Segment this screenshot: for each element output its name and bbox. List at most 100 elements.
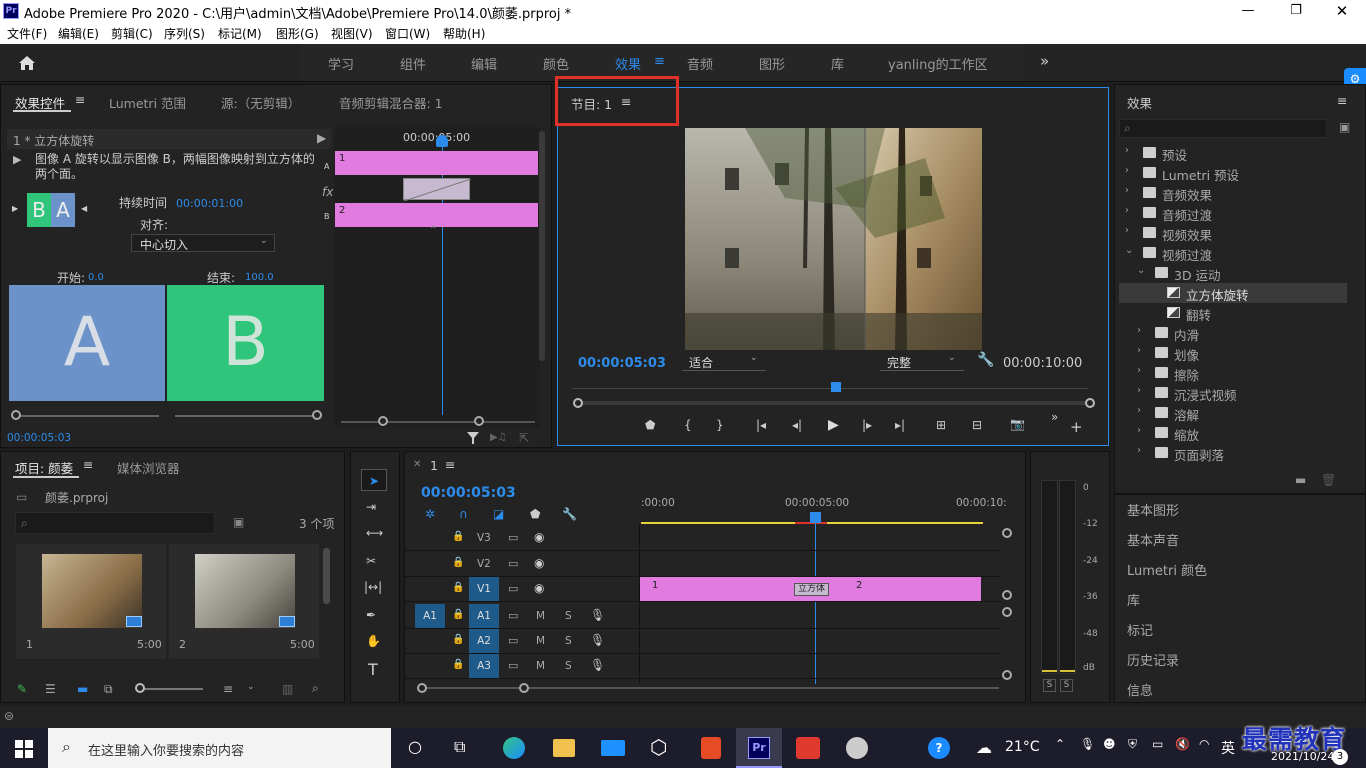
add-button-icon[interactable]: + [1070,418,1083,436]
razor-tool-icon[interactable]: ✂ [366,554,376,568]
office-icon[interactable] [701,737,721,759]
effects-tree-item[interactable]: › 沉浸式视频 [1119,383,1347,403]
ec-timecode[interactable]: 00:00:05:03 [7,432,71,444]
zoom-slider[interactable] [137,688,203,690]
lock-icon[interactable]: 🔒 [452,634,464,645]
tray-mic-icon[interactable]: 🎙 [1080,737,1095,751]
effects-tree-item[interactable]: ⌄ 3D 运动 [1119,263,1347,283]
thumb-right-arrow-icon[interactable]: ◀ [81,204,87,213]
timeline-hscroll[interactable] [419,687,999,689]
ws-custom[interactable]: yanling的工作区 [888,54,988,73]
project-menu-icon[interactable]: ≡ [83,457,93,472]
start-slider-handle[interactable] [11,410,21,420]
effects-tree-item[interactable]: › 预设 [1119,143,1347,163]
track-select-tool-icon[interactable]: ⇥ [366,500,376,514]
icon-view-icon[interactable]: ▬ [77,682,88,696]
mark-in-icon[interactable]: { [684,418,692,432]
solo-button[interactable]: S [565,610,572,622]
end-value[interactable]: 100.0 [245,272,274,283]
program-timecode[interactable]: 00:00:05:03 [578,356,666,371]
chevron-right-icon[interactable]: › [1137,345,1141,356]
wrench-icon[interactable]: 🔧 [977,352,994,368]
menu-marker[interactable]: 标记(M) [218,25,262,42]
step-back-icon[interactable]: ◂| [792,418,802,432]
delete-icon[interactable]: 🗑 [1321,473,1336,487]
marker-icon[interactable]: ⬟ [645,418,655,432]
effects-tree-item[interactable]: › 划像 [1119,343,1347,363]
notification-badge[interactable]: 3 [1332,749,1348,765]
ws-assembly[interactable]: 组件 [400,54,426,73]
sequence-tab[interactable]: 1 [430,458,438,473]
tray-app-icon[interactable]: ☻ [1103,737,1116,751]
mic-icon[interactable]: 🎙 [590,633,605,647]
effects-title[interactable]: 效果 [1127,93,1152,112]
lock-icon[interactable]: 🔒 [452,659,464,670]
solo-button[interactable]: S [565,635,572,647]
effects-tree-item[interactable]: 翻转 [1119,303,1347,323]
chevron-down-icon[interactable]: ⌄ [1125,245,1133,256]
effects-tree-item[interactable]: › 视频效果 [1119,223,1347,243]
help-icon[interactable]: ? [928,737,950,759]
sync-lock-icon[interactable]: ▭ [508,609,518,622]
effects-search-input[interactable]: ⌕ [1119,119,1327,138]
mini-scrollbar[interactable] [539,131,545,361]
menu-view[interactable]: 视图(V) [331,25,373,42]
media-app-icon[interactable] [846,737,868,759]
track-height-handle-v[interactable] [1002,528,1012,538]
weather-temp[interactable]: 21°C [1005,739,1040,755]
ws-audio[interactable]: 音频 [687,54,713,73]
chevron-right-icon[interactable]: › [1125,145,1129,156]
section-info[interactable]: 信息 [1127,680,1153,699]
mini-zoom-bar[interactable] [341,421,535,423]
thumb-left-arrow-icon[interactable]: ▶ [12,204,18,213]
mini-transition[interactable] [403,178,471,201]
menu-sequence[interactable]: 序列(S) [164,25,205,42]
tab-project[interactable]: 项目: 颜萎 [15,458,73,477]
program-zoom-right[interactable] [1085,398,1095,408]
more-controls-icon[interactable]: » [1051,410,1058,424]
slip-tool-icon[interactable]: |↔| [364,580,382,594]
pencil-icon[interactable]: ✎ [17,682,27,696]
mini-clip-a[interactable] [335,151,538,175]
new-folder-icon[interactable]: ▬ [1295,473,1306,487]
wps-icon[interactable] [796,737,820,759]
menu-file[interactable]: 文件(F) [7,25,47,42]
section-essential-graphics[interactable]: 基本图形 [1127,500,1179,519]
ws-color[interactable]: 颜色 [543,54,569,73]
type-tool-icon[interactable]: T [368,660,378,679]
source-patch-a1[interactable]: A1 [415,604,445,628]
end-slider[interactable] [175,415,321,417]
section-essential-sound[interactable]: 基本声音 [1127,530,1179,549]
chevron-right-icon[interactable]: › [1137,445,1141,456]
section-history[interactable]: 历史记录 [1127,650,1179,669]
sync-lock-icon[interactable]: ▭ [508,659,518,672]
snap-icon[interactable]: ∩ [459,507,468,521]
track-a2-target[interactable]: A2 [469,629,499,653]
effects-tree-item[interactable]: › 缩放 [1119,423,1347,443]
project-scrollbar[interactable] [323,548,330,604]
mute-button[interactable]: M [536,610,545,622]
mute-speaker-icon[interactable]: 🔇 [1175,737,1190,751]
ws-effects[interactable]: 效果 [615,54,641,73]
ws-libraries[interactable]: 库 [831,54,844,73]
step-forward-icon[interactable]: |▸ [862,418,872,432]
go-to-out-icon[interactable]: ▸| [895,418,905,432]
wifi-icon[interactable]: ◠ [1199,737,1209,751]
tab-menu-icon[interactable]: ≡ [75,92,85,107]
go-to-in-icon[interactable]: |◂ [756,418,766,432]
sort-dropdown-icon[interactable]: ⌄ [247,682,255,692]
tab-media-browser[interactable]: 媒体浏览器 [117,458,180,477]
chevron-right-icon[interactable]: › [1137,325,1141,336]
chevron-right-icon[interactable]: › [1125,185,1129,196]
start-value[interactable]: 0.0 [88,272,104,283]
meter-solo-left[interactable]: S [1043,679,1056,692]
menu-clip[interactable]: 剪辑(C) [111,25,153,42]
clip-1[interactable]: 1 [640,577,813,601]
linked-selection-icon[interactable]: ◪ [493,507,504,521]
new-bin-icon[interactable]: ▣ [1339,120,1350,134]
cortana-icon[interactable]: ○ [408,737,422,756]
hand-tool-icon[interactable]: ✋ [366,634,381,648]
section-libraries[interactable]: 库 [1127,590,1140,609]
solo-button[interactable]: S [565,660,572,672]
mute-button[interactable]: M [536,660,545,672]
